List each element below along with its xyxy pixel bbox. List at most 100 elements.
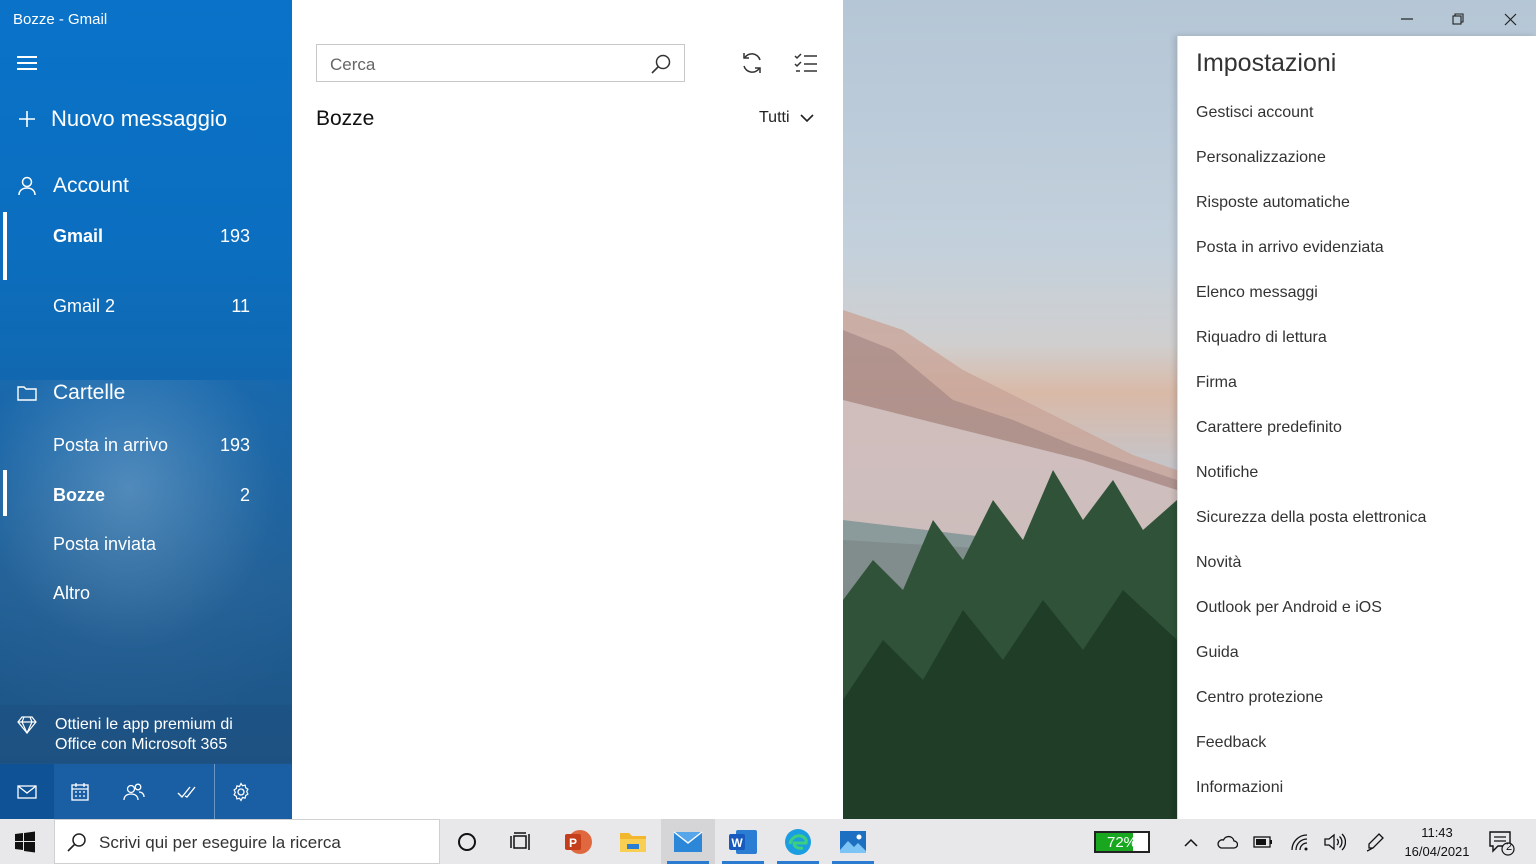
app-switcher-bar: [0, 764, 292, 819]
window-title: Bozze - Gmail: [13, 11, 108, 28]
account-header-label: Account: [53, 174, 129, 197]
edge-icon: [785, 828, 811, 855]
calendar-icon: [71, 782, 89, 801]
folder-item-inbox[interactable]: Posta in arrivo 193: [0, 433, 292, 457]
settings-item-reading-pane[interactable]: Riquadro di lettura: [1196, 329, 1327, 347]
taskbar-mail[interactable]: [661, 819, 715, 864]
folder-name: Posta in arrivo: [53, 434, 169, 455]
clock-date: 16/04/2021: [1404, 844, 1470, 859]
calendar-switch-button[interactable]: [54, 764, 108, 819]
taskbar-file-explorer[interactable]: [606, 819, 660, 864]
chevron-up-icon: [1184, 838, 1198, 847]
mail-switch-button[interactable]: [0, 764, 54, 819]
new-message-button[interactable]: Nuovo messaggio: [0, 104, 292, 134]
checklist-icon: [794, 53, 817, 72]
restore-button[interactable]: [1447, 8, 1469, 30]
settings-item-outlook-mobile[interactable]: Outlook per Android e iOS: [1196, 599, 1382, 617]
new-message-label: Nuovo messaggio: [51, 106, 228, 131]
taskbar-photos[interactable]: [826, 819, 880, 864]
account-name: Gmail: [53, 225, 104, 246]
account-unread-count: 11: [231, 295, 250, 316]
windows-logo-icon: [15, 831, 35, 853]
todo-switch-button[interactable]: [161, 764, 215, 819]
account-item-gmail-2[interactable]: Gmail 2 11: [0, 294, 292, 318]
folders-header-label: Cartelle: [53, 381, 126, 404]
svg-text:P: P: [569, 836, 577, 850]
settings-item-email-security[interactable]: Sicurezza della posta elettronica: [1196, 509, 1426, 527]
settings-item-whats-new[interactable]: Novità: [1196, 554, 1241, 572]
settings-item-default-font[interactable]: Carattere predefinito: [1196, 419, 1342, 437]
close-button[interactable]: [1499, 8, 1521, 30]
settings-item-trust-center[interactable]: Centro protezione: [1196, 689, 1323, 707]
powerpoint-icon: P: [565, 829, 592, 854]
start-button[interactable]: [14, 831, 36, 858]
wifi-icon: [1291, 834, 1308, 851]
notification-count: 2: [1505, 841, 1513, 853]
action-center-button[interactable]: 2: [1488, 830, 1516, 861]
settings-item-focused-inbox[interactable]: Posta in arrivo evidenziata: [1196, 239, 1384, 257]
search-icon[interactable]: [650, 53, 672, 80]
taskbar-powerpoint[interactable]: P: [551, 819, 605, 864]
battery-tray[interactable]: [1252, 831, 1274, 853]
onedrive-tray[interactable]: [1216, 831, 1238, 853]
wifi-tray[interactable]: [1289, 831, 1311, 853]
account-item-gmail[interactable]: Gmail 193: [0, 224, 292, 248]
pen-workspace-tray[interactable]: [1364, 831, 1386, 853]
task-view-button[interactable]: [494, 819, 548, 864]
sync-button[interactable]: [739, 50, 765, 76]
settings-item-automatic-replies[interactable]: Risposte automatiche: [1196, 194, 1350, 212]
sync-icon: [743, 53, 761, 73]
selection-mode-button[interactable]: [793, 50, 819, 76]
folders-header[interactable]: Cartelle: [0, 379, 292, 407]
cortana-button[interactable]: [440, 819, 494, 864]
account-header[interactable]: Account: [0, 172, 292, 200]
search-input[interactable]: Cerca: [330, 55, 375, 75]
hamburger-menu-icon[interactable]: [17, 53, 37, 71]
folder-icon: [620, 832, 646, 852]
folder-item-drafts[interactable]: Bozze 2: [0, 483, 292, 507]
battery-percent: 72%: [1106, 834, 1138, 851]
taskbar-search-box[interactable]: Scrivi qui per eseguire la ricerca: [54, 819, 440, 864]
settings-item-personalization[interactable]: Personalizzazione: [1196, 149, 1326, 167]
settings-item-help[interactable]: Guida: [1196, 644, 1239, 662]
people-switch-button[interactable]: [107, 764, 161, 819]
speaker-icon: [1324, 833, 1346, 851]
gear-icon: [232, 781, 249, 802]
folder-item-sent[interactable]: Posta inviata: [0, 532, 292, 556]
filter-dropdown[interactable]: Tutti: [759, 109, 814, 127]
svg-text:W: W: [731, 836, 743, 850]
settings-item-about[interactable]: Informazioni: [1196, 779, 1283, 797]
mail-icon: [673, 830, 703, 852]
mail-icon: [17, 784, 37, 799]
volume-tray[interactable]: [1324, 831, 1346, 853]
premium-offer-line-1: Ottieni le app premium di: [55, 716, 233, 733]
cloud-icon: [1217, 835, 1238, 849]
settings-item-notifications[interactable]: Notifiche: [1196, 464, 1258, 482]
folder-name: Altro: [53, 582, 91, 603]
people-icon: [123, 783, 145, 800]
minimize-button[interactable]: [1396, 8, 1418, 30]
taskbar-word[interactable]: W: [716, 819, 770, 864]
taskbar: Scrivi qui per eseguire la ricerca P W 7…: [0, 819, 1536, 864]
show-hidden-icons-button[interactable]: [1180, 831, 1202, 853]
system-clock[interactable]: 11:43 16/04/2021: [1400, 823, 1474, 861]
settings-button[interactable]: [215, 764, 266, 819]
folder-item-more[interactable]: Altro: [0, 581, 292, 605]
settings-item-feedback[interactable]: Feedback: [1196, 734, 1266, 752]
settings-item-signature[interactable]: Firma: [1196, 374, 1237, 392]
clock-time: 11:43: [1421, 825, 1453, 840]
taskbar-edge[interactable]: [771, 819, 825, 864]
close-icon: [1504, 13, 1516, 25]
taskbar-search-input[interactable]: Scrivi qui per eseguire la ricerca: [99, 833, 341, 853]
folder-icon: [17, 383, 37, 403]
search-box[interactable]: Cerca: [316, 44, 685, 82]
settings-item-manage-accounts[interactable]: Gestisci account: [1196, 104, 1313, 122]
word-icon: W: [729, 829, 757, 854]
premium-offer-line-2: Office con Microsoft 365: [55, 736, 228, 753]
battery-indicator[interactable]: 72%: [1094, 831, 1150, 853]
person-icon: [17, 176, 37, 196]
premium-offer-banner[interactable]: Ottieni le app premium di Office con Mic…: [0, 705, 292, 763]
settings-item-message-list[interactable]: Elenco messaggi: [1196, 284, 1318, 302]
minimize-icon: [1401, 18, 1413, 20]
task-view-icon: [510, 831, 530, 850]
